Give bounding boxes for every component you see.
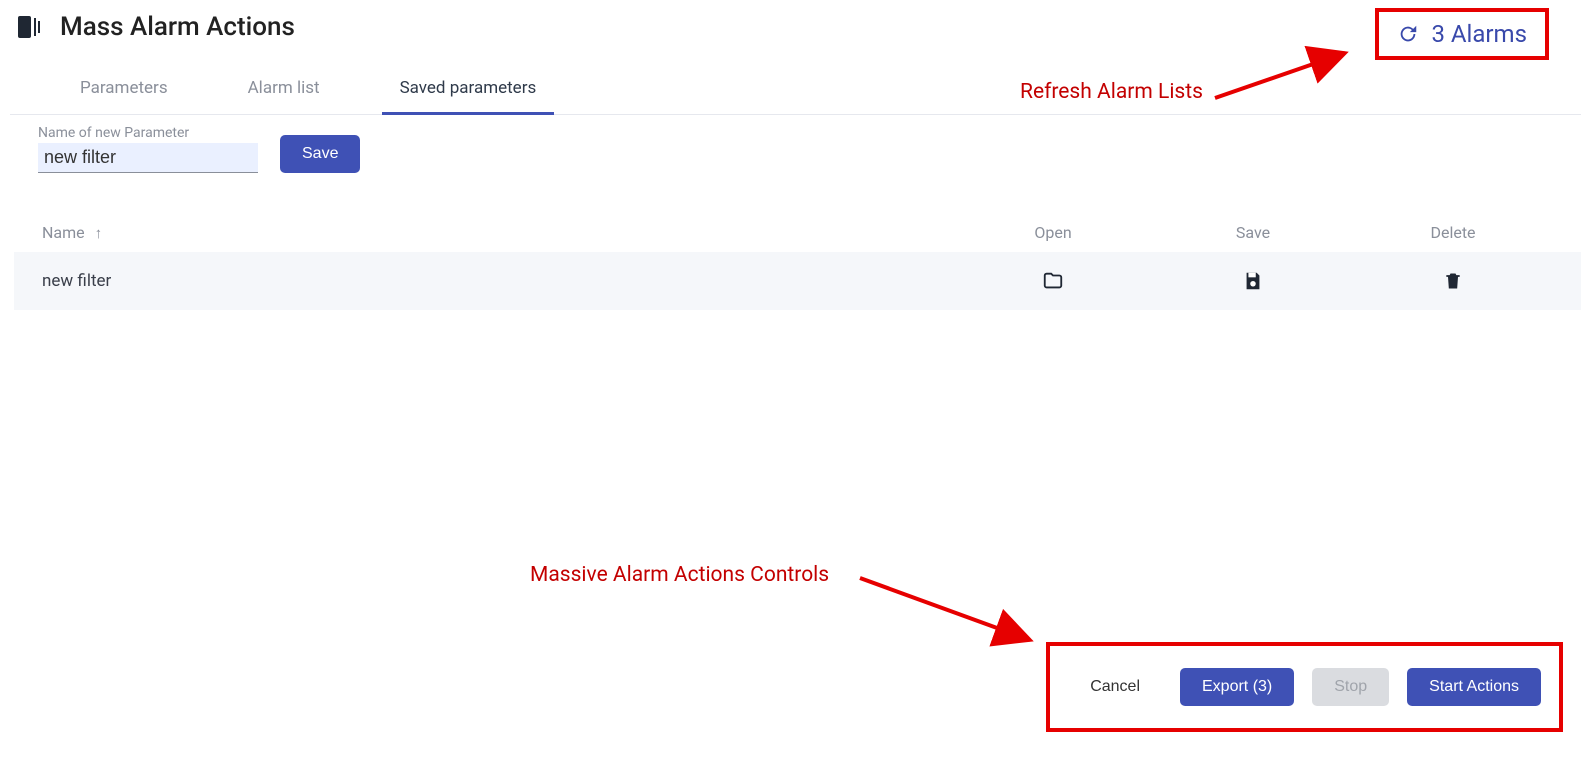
tab-parameters[interactable]: Parameters (70, 70, 178, 114)
new-parameter-label: Name of new Parameter (38, 125, 258, 141)
stop-button: Stop (1312, 668, 1389, 706)
tab-alarm-list[interactable]: Alarm list (238, 70, 330, 114)
alarms-count: 3 Alarms (1431, 20, 1527, 48)
save-icon[interactable] (1242, 270, 1264, 292)
open-icon[interactable] (1041, 270, 1065, 292)
app-icon (18, 16, 42, 38)
new-parameter-input[interactable] (38, 143, 258, 173)
col-save: Save (1153, 223, 1353, 242)
sort-asc-icon: ↑ (95, 224, 103, 242)
table-row: new filter (14, 252, 1581, 310)
mass-actions-controls: Cancel Export (3) Stop Start Actions (1046, 642, 1563, 732)
delete-icon[interactable] (1443, 270, 1463, 292)
tab-saved-parameters[interactable]: Saved parameters (390, 70, 547, 114)
cancel-button[interactable]: Cancel (1068, 668, 1162, 706)
col-name[interactable]: Name ↑ (42, 223, 953, 242)
page-header: Mass Alarm Actions (0, 0, 1595, 42)
row-name: new filter (42, 271, 953, 291)
table-header: Name ↑ Open Save Delete (14, 213, 1581, 252)
col-delete: Delete (1353, 223, 1553, 242)
annotation-refresh: Refresh Alarm Lists (1020, 80, 1203, 104)
new-parameter-row: Name of new Parameter Save (0, 115, 1595, 173)
alarms-refresh-box[interactable]: 3 Alarms (1375, 8, 1549, 60)
annotation-controls: Massive Alarm Actions Controls (530, 563, 829, 587)
annotation-arrow-controls (860, 570, 1060, 660)
new-parameter-field: Name of new Parameter (38, 125, 258, 173)
page-title: Mass Alarm Actions (60, 12, 295, 42)
start-actions-button[interactable]: Start Actions (1407, 668, 1541, 706)
save-parameter-button[interactable]: Save (280, 135, 360, 173)
export-button[interactable]: Export (3) (1180, 668, 1294, 706)
tabs: Parameters Alarm list Saved parameters (10, 42, 1581, 115)
col-open: Open (953, 223, 1153, 242)
saved-parameters-table: Name ↑ Open Save Delete new filter (14, 213, 1581, 310)
col-name-label: Name (42, 223, 85, 242)
refresh-icon[interactable] (1397, 23, 1419, 45)
